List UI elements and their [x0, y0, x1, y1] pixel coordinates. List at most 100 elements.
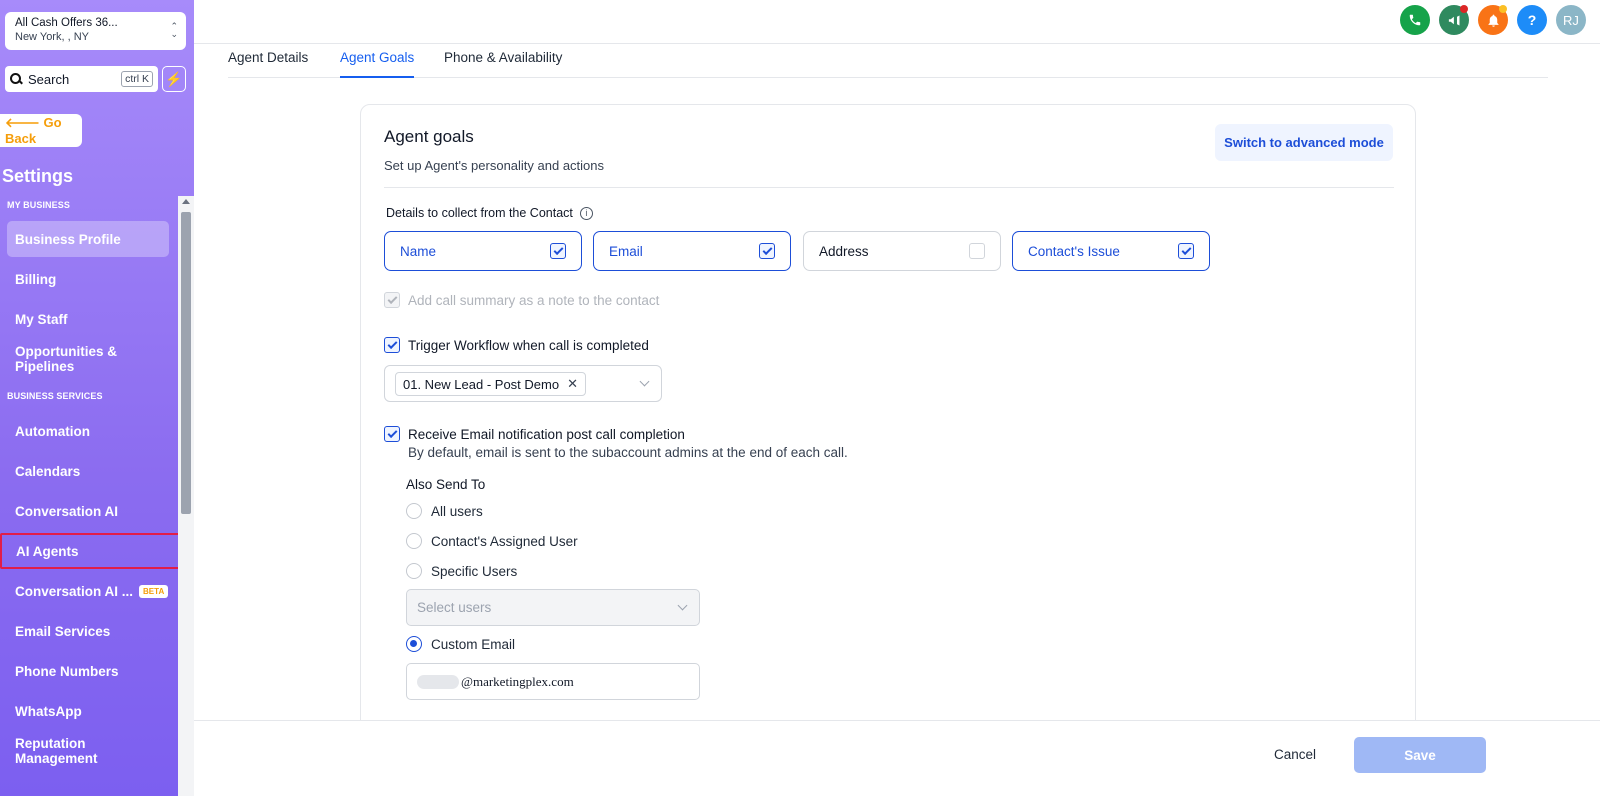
- select-users-dropdown: Select users: [406, 589, 700, 626]
- sidebar-scrollbar[interactable]: [178, 196, 194, 796]
- radio-button[interactable]: [406, 503, 422, 519]
- tab-phone-availability[interactable]: Phone & Availability: [444, 50, 562, 78]
- workflow-chip-label: 01. New Lead - Post Demo: [403, 376, 560, 392]
- tab-agent-goals[interactable]: Agent Goals: [340, 50, 415, 78]
- radio-assigned-user[interactable]: Contact's Assigned User: [406, 533, 578, 549]
- bell-icon: [1488, 14, 1498, 27]
- close-icon[interactable]: ✕: [567, 376, 578, 392]
- section-my-business: MY BUSINESS: [7, 200, 70, 210]
- lightning-icon: ⚡: [165, 70, 183, 87]
- detail-option-email[interactable]: Email: [593, 231, 791, 271]
- search-input[interactable]: Search ctrl K: [5, 66, 158, 92]
- phone-button[interactable]: [1400, 5, 1430, 35]
- help-button[interactable]: ?: [1517, 5, 1547, 35]
- checkbox[interactable]: [550, 243, 566, 259]
- sidebar-item-opportunities[interactable]: Opportunities & Pipelines: [7, 341, 169, 377]
- radio-button[interactable]: [406, 563, 422, 579]
- sidebar-item-email-services[interactable]: Email Services: [7, 613, 169, 649]
- sidebar-item-conversation-ai[interactable]: Conversation AI: [7, 493, 169, 529]
- call-summary-label: Add call summary as a note to the contac…: [408, 292, 660, 308]
- scroll-up-icon[interactable]: [182, 199, 190, 204]
- option-label: Address: [819, 243, 869, 259]
- notification-dot: [1460, 5, 1468, 13]
- scrollbar-thumb[interactable]: [181, 212, 191, 514]
- info-icon[interactable]: i: [579, 206, 593, 220]
- radio-specific-users[interactable]: Specific Users: [406, 563, 517, 579]
- sidebar-item-label: Automation: [15, 423, 90, 439]
- sidebar-item-ai-agents[interactable]: AI Agents: [0, 533, 190, 569]
- agent-tabs: Agent Details Agent Goals Phone & Availa…: [228, 44, 1548, 78]
- chevron-down-icon: [677, 600, 688, 611]
- sidebar-item-reputation-management[interactable]: Reputation Management: [7, 733, 169, 769]
- radio-label: All users: [431, 503, 483, 519]
- detail-option-address[interactable]: Address: [803, 231, 1001, 271]
- chevron-updown-icon: ⌃ ⌄: [170, 21, 178, 39]
- sidebar-item-label: Phone Numbers: [15, 663, 119, 679]
- email-notify-row[interactable]: Receive Email notification post call com…: [384, 426, 685, 442]
- help-icon: ?: [1527, 12, 1537, 28]
- go-back-button[interactable]: 🡐 Go Back: [0, 114, 82, 147]
- switch-advanced-mode-button[interactable]: Switch to advanced mode: [1215, 124, 1393, 161]
- sidebar-item-label: Reputation Management: [15, 736, 98, 766]
- announcements-button[interactable]: [1439, 5, 1469, 35]
- avatar[interactable]: RJ: [1556, 5, 1586, 35]
- notification-dot: [1499, 5, 1507, 13]
- card-title: Agent goals: [384, 127, 474, 146]
- sidebar-item-billing[interactable]: Billing: [7, 261, 169, 297]
- section-business-services: BUSINESS SERVICES: [7, 391, 103, 401]
- radio-all-users[interactable]: All users: [406, 503, 483, 519]
- sidebar-item-conversation-ai-beta[interactable]: Conversation AI ... BETA: [7, 573, 169, 609]
- sidebar-item-business-profile[interactable]: Business Profile: [7, 221, 169, 257]
- checkbox[interactable]: [759, 243, 775, 259]
- details-label: Details to collect from the Contact i: [386, 206, 593, 220]
- checkbox[interactable]: [1178, 243, 1194, 259]
- custom-email-value: @marketingplex.com: [461, 673, 574, 689]
- quick-actions-button[interactable]: ⚡: [162, 66, 186, 92]
- radio-label: Specific Users: [431, 563, 518, 579]
- sidebar-item-phone-numbers[interactable]: Phone Numbers: [7, 653, 169, 689]
- save-button[interactable]: Save: [1354, 737, 1486, 773]
- sidebar-item-label: My Staff: [15, 311, 68, 327]
- checkbox[interactable]: [969, 243, 985, 259]
- account-location: New York, , NY: [15, 31, 89, 43]
- email-notify-checkbox[interactable]: [384, 426, 400, 442]
- check-icon: [387, 427, 397, 438]
- sidebar-item-calendars[interactable]: Calendars: [7, 453, 169, 489]
- detail-option-name[interactable]: Name: [384, 231, 582, 271]
- radio-button[interactable]: [406, 533, 422, 549]
- radio-custom-email[interactable]: Custom Email: [406, 636, 515, 652]
- agent-goals-card: Agent goals Set up Agent's personality a…: [360, 104, 1416, 744]
- sidebar-item-automation[interactable]: Automation: [7, 413, 169, 449]
- card-subtitle: Set up Agent's personality and actions: [384, 158, 605, 173]
- sidebar-item-whatsapp[interactable]: WhatsApp: [7, 693, 169, 729]
- tab-agent-details[interactable]: Agent Details: [228, 50, 308, 78]
- sidebar-item-label: Opportunities & Pipelines: [15, 344, 117, 374]
- trigger-workflow-checkbox[interactable]: [384, 337, 400, 353]
- search-label: Search: [28, 71, 70, 87]
- sidebar-item-my-staff[interactable]: My Staff: [7, 301, 169, 337]
- account-name: All Cash Offers 36...: [15, 17, 118, 29]
- radio-label: Contact's Assigned User: [431, 533, 578, 549]
- cancel-button[interactable]: Cancel: [1274, 747, 1316, 762]
- sidebar-item-label: Email Services: [15, 623, 111, 639]
- footer: Cancel Save: [194, 720, 1600, 796]
- trigger-workflow-label: Trigger Workflow when call is completed: [408, 337, 649, 353]
- radio-button[interactable]: [406, 636, 422, 652]
- email-notify-note: By default, email is sent to the subacco…: [408, 445, 848, 460]
- option-label: Name: [400, 243, 437, 259]
- account-switcher[interactable]: All Cash Offers 36... New York, , NY ⌃ ⌄: [5, 12, 186, 50]
- detail-option-contacts-issue[interactable]: Contact's Issue: [1012, 231, 1210, 271]
- custom-email-input[interactable]: @marketingplex.com: [406, 663, 700, 700]
- sidebar-item-label: Conversation AI: [15, 503, 119, 519]
- sidebar-item-label: Billing: [15, 271, 57, 287]
- workflow-select[interactable]: 01. New Lead - Post Demo ✕: [384, 365, 662, 402]
- trigger-workflow-row[interactable]: Trigger Workflow when call is completed: [384, 337, 649, 353]
- details-label-text: Details to collect from the Contact: [386, 206, 573, 220]
- notifications-button[interactable]: [1478, 5, 1508, 35]
- check-icon: [762, 244, 772, 255]
- sidebar-item-label: Business Profile: [15, 231, 121, 247]
- radio-label: Custom Email: [431, 636, 516, 652]
- megaphone-icon: [1448, 15, 1459, 25]
- redacted-text: [417, 674, 459, 689]
- settings-nav: MY BUSINESS Business Profile Billing My …: [0, 196, 190, 769]
